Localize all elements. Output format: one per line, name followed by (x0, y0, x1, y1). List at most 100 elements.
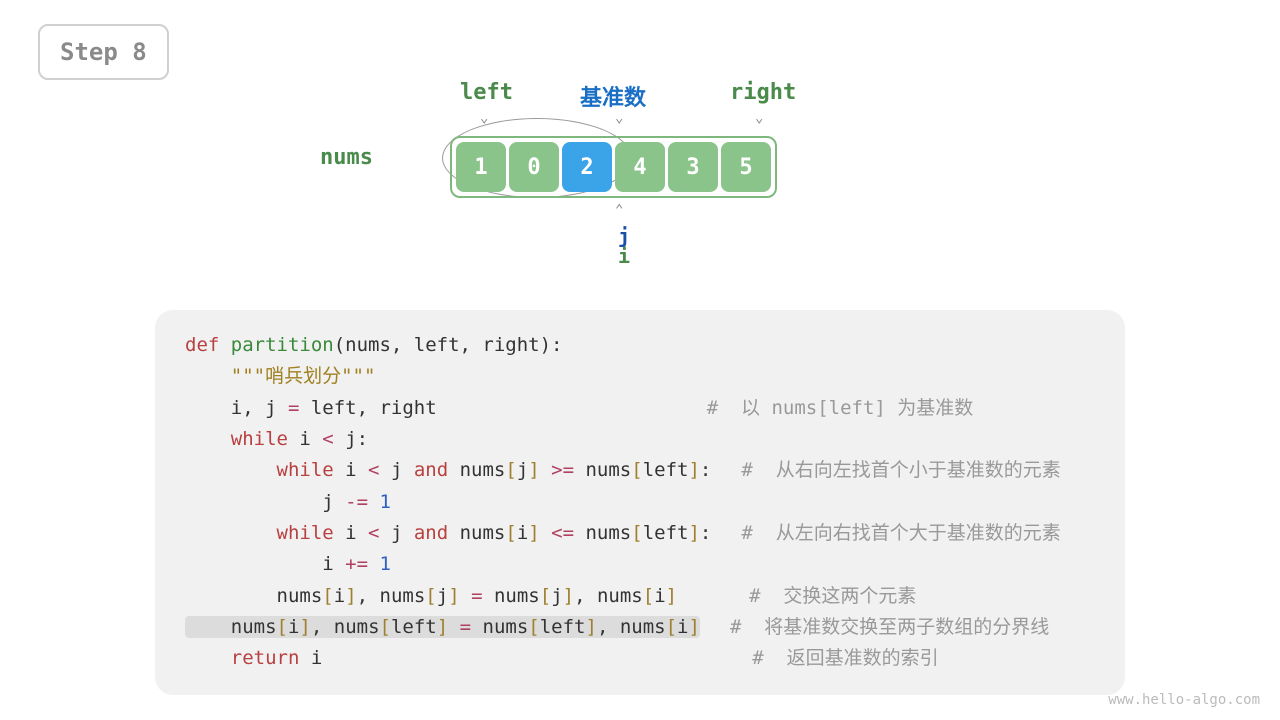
arrow-down-icon: ⌄ (755, 110, 763, 126)
t: ] (688, 522, 699, 544)
t: <= (540, 522, 586, 544)
t: 1 (380, 553, 391, 575)
array-container: 1 0 2 4 3 5 (450, 136, 777, 198)
fn-name: partition (231, 334, 334, 356)
t: i (299, 647, 322, 669)
t (368, 491, 379, 513)
t: [ (380, 616, 391, 638)
t: ] (528, 522, 539, 544)
t: i (334, 459, 368, 481)
t: ] (688, 459, 699, 481)
t: ] (437, 616, 448, 638)
t: j (551, 585, 562, 607)
t: , nums (357, 585, 426, 607)
t: left (643, 459, 689, 481)
t: < (368, 522, 379, 544)
t: ] (563, 585, 574, 607)
t: , nums (311, 616, 380, 638)
label-left: left (460, 80, 513, 105)
t: [ (643, 585, 654, 607)
t (368, 553, 379, 575)
t: [ (505, 522, 516, 544)
array-diagram: left 基准数 right ⌄ ⌄ ⌄ nums 1 0 2 4 3 5 ⌃ … (380, 80, 900, 224)
t: i (334, 522, 368, 544)
label-nums: nums (320, 145, 373, 170)
t: i (288, 428, 322, 450)
t: [ (528, 616, 539, 638)
t: = (288, 397, 299, 419)
comment: # 返回基准数的索引 (752, 647, 938, 669)
t: ] (528, 459, 539, 481)
t: -= (345, 491, 368, 513)
kw-def: def (185, 334, 231, 356)
t: nums (585, 522, 631, 544)
t: return (231, 647, 300, 669)
t: : (700, 522, 711, 544)
t: < (322, 428, 333, 450)
array-cell: 4 (615, 142, 665, 192)
t: = (460, 585, 494, 607)
t: 1 (380, 491, 391, 513)
arrow-down-icon: ⌄ (480, 110, 488, 126)
array-cell: 3 (668, 142, 718, 192)
t: [ (540, 585, 551, 607)
t: j (437, 585, 448, 607)
t: < (368, 459, 379, 481)
t: ] (666, 585, 677, 607)
comment: # 以 nums[left] 为基准数 (707, 397, 974, 419)
step-badge: Step 8 (38, 24, 169, 80)
arrow-down-icon: ⌄ (615, 110, 623, 126)
t: : (700, 459, 711, 481)
code-block: def partition(nums, left, right): """哨兵划… (155, 310, 1125, 695)
t: nums (494, 585, 540, 607)
comment: # 交换这两个元素 (749, 585, 916, 607)
t: and (414, 459, 448, 481)
t: nums (585, 459, 631, 481)
t: i (677, 616, 688, 638)
t: = (448, 616, 482, 638)
label-pivot: 基准数 (580, 80, 646, 112)
t (185, 459, 277, 481)
footer-credit: www.hello-algo.com (1108, 692, 1260, 708)
t: j (380, 459, 414, 481)
t: >= (540, 459, 586, 481)
t: left, right (299, 397, 436, 419)
t: ] (448, 585, 459, 607)
t: [ (666, 616, 677, 638)
t: i (517, 522, 528, 544)
t: left (540, 616, 586, 638)
t: left (391, 616, 437, 638)
label-i: i (618, 244, 630, 268)
t: ] (689, 616, 700, 638)
t: ] (299, 616, 310, 638)
t: j: (334, 428, 368, 450)
t: left (643, 522, 689, 544)
code-text: (nums, left, right): (334, 334, 563, 356)
t: [ (322, 585, 333, 607)
t: , nums (574, 585, 643, 607)
t: i, j (185, 397, 288, 419)
t: i (185, 553, 345, 575)
comment: # 从左向右找首个大于基准数的元素 (741, 522, 1060, 544)
t: nums (448, 522, 505, 544)
t: nums (185, 616, 277, 638)
t (185, 522, 277, 544)
t: nums (448, 459, 505, 481)
t: and (414, 522, 448, 544)
array-cell: 5 (721, 142, 771, 192)
array-cell-pivot: 2 (562, 142, 612, 192)
t: [ (631, 522, 642, 544)
t: nums (185, 585, 322, 607)
label-right: right (730, 80, 796, 105)
t (185, 428, 231, 450)
t: j (517, 459, 528, 481)
t: [ (277, 616, 288, 638)
t: while (231, 428, 288, 450)
array-cell: 0 (509, 142, 559, 192)
t: j (380, 522, 414, 544)
t: ] (586, 616, 597, 638)
t: ] (345, 585, 356, 607)
t: [ (631, 459, 642, 481)
t: while (277, 459, 334, 481)
t: [ (425, 585, 436, 607)
